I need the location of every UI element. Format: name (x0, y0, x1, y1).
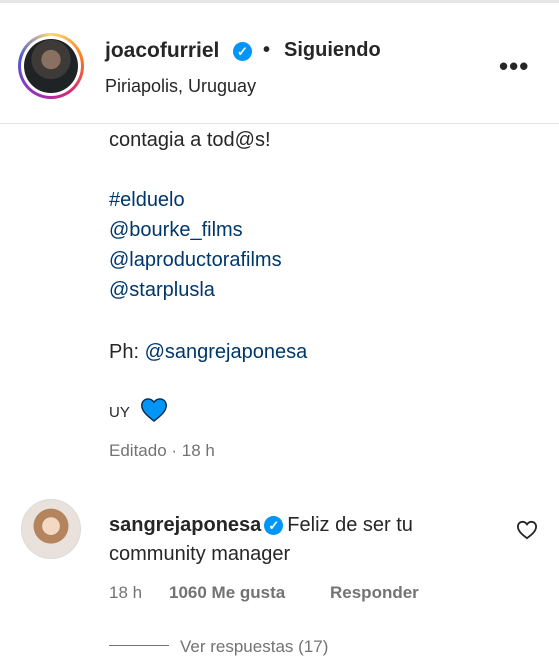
commenter-username[interactable]: sangrejaponesa (109, 514, 261, 536)
caption-mention-starplus[interactable]: @starplusla (109, 278, 215, 302)
caption-mention-laproductora[interactable]: @laproductorafilms (109, 248, 282, 272)
caption-signoff: UY (109, 404, 130, 421)
caption-intro: contagia a tod@s! (109, 129, 271, 151)
caption-hashtag[interactable]: #elduelo (109, 188, 185, 212)
view-replies-line (109, 645, 169, 646)
more-options-icon[interactable]: ••• (499, 51, 529, 82)
view-replies-button[interactable]: Ver respuestas (17) (180, 637, 328, 657)
like-heart-icon[interactable] (516, 520, 538, 540)
post-header: joacofurriel ✓ • Siguiendo Piriapolis, U… (0, 3, 559, 124)
author-avatar[interactable] (18, 33, 84, 99)
post-edited-time: Editado · 18 h (109, 441, 215, 460)
comment-line-1: sangrejaponesa ✓ Feliz de ser tu (109, 510, 413, 540)
separator-dot: • (263, 39, 271, 61)
comment-text-2: community manager (109, 543, 291, 565)
commenter-avatar[interactable] (21, 499, 81, 559)
author-avatar-photo (24, 39, 78, 93)
author-username[interactable]: joacofurriel (105, 39, 219, 63)
caption-mention-bourke[interactable]: @bourke_films (109, 218, 243, 242)
photo-credit-label: Ph: (109, 341, 145, 363)
comment-text-1: Feliz de ser tu (287, 514, 413, 536)
comment-likes[interactable]: 1060 Me gusta (169, 583, 285, 603)
verified-badge-icon: ✓ (264, 516, 284, 535)
reply-button[interactable]: Responder (330, 583, 419, 603)
verified-badge-icon: ✓ (233, 42, 252, 61)
post-location[interactable]: Piriapolis, Uruguay (105, 76, 256, 97)
comment-time[interactable]: 18 h (109, 583, 142, 603)
photo-credit-mention[interactable]: @sangrejaponesa (145, 341, 308, 363)
caption-photo-credit: Ph: @sangrejaponesa (109, 340, 307, 364)
blue-heart-icon (141, 398, 167, 422)
following-button[interactable]: Siguiendo (284, 39, 381, 62)
